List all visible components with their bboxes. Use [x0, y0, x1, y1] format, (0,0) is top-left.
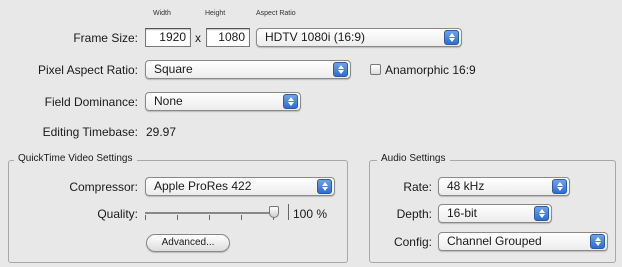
- depth-label: Depth:: [396, 207, 432, 221]
- popup-arrows-icon: [552, 179, 567, 194]
- slider-tick: [209, 215, 210, 220]
- depth-popup[interactable]: 16-bit: [438, 204, 552, 223]
- advanced-button[interactable]: Advanced...: [146, 234, 230, 252]
- editing-timebase-label: Editing Timebase:: [42, 125, 138, 139]
- pixel-aspect-value: Square: [154, 62, 193, 76]
- compressor-popup[interactable]: Apple ProRes 422: [145, 177, 335, 196]
- slider-tick: [241, 215, 242, 220]
- pixel-aspect-popup[interactable]: Square: [145, 60, 351, 79]
- quality-value: 100 %: [293, 207, 328, 221]
- pixel-aspect-label: Pixel Aspect Ratio:: [37, 63, 138, 77]
- audio-settings-title: Audio Settings: [377, 153, 450, 164]
- slider-tick: [177, 215, 178, 220]
- aspect-caption: Aspect Ratio: [256, 10, 296, 17]
- config-popup[interactable]: Channel Grouped: [438, 232, 608, 251]
- popup-arrows-icon: [333, 62, 348, 77]
- slider-track: [145, 212, 275, 214]
- popup-arrows-icon: [283, 94, 298, 109]
- quicktime-video-title: QuickTime Video Settings: [14, 153, 137, 164]
- slider-knob[interactable]: [269, 206, 279, 218]
- popup-arrows-icon: [317, 179, 332, 194]
- rate-value: 48 kHz: [447, 179, 485, 193]
- divider: [288, 204, 289, 220]
- width-caption: Width: [153, 10, 171, 17]
- frame-width-field[interactable]: 1920: [145, 28, 191, 47]
- rate-label: Rate:: [403, 180, 432, 194]
- compressor-label: Compressor:: [69, 180, 138, 194]
- popup-arrows-icon: [444, 30, 459, 45]
- editing-timebase-value: 29.97: [146, 125, 177, 139]
- slider-tick: [145, 215, 146, 220]
- anamorphic-label: Anamorphic 16:9: [385, 63, 476, 77]
- depth-value: 16-bit: [447, 206, 478, 220]
- frame-size-label: Frame Size:: [73, 31, 138, 45]
- field-dominance-value: None: [154, 94, 183, 108]
- field-dominance-popup[interactable]: None: [145, 92, 301, 111]
- times-sign: x: [195, 31, 201, 45]
- config-label: Config:: [393, 235, 432, 249]
- anamorphic-checkbox[interactable]: [370, 64, 381, 75]
- popup-arrows-icon: [534, 206, 549, 221]
- compressor-value: Apple ProRes 422: [154, 179, 252, 193]
- aspect-ratio-popup[interactable]: HDTV 1080i (16:9): [256, 28, 462, 47]
- height-caption: Height: [205, 10, 226, 17]
- aspect-ratio-value: HDTV 1080i (16:9): [265, 30, 366, 44]
- frame-height-field[interactable]: 1080: [206, 28, 250, 47]
- config-value: Channel Grouped: [447, 234, 542, 248]
- quality-slider[interactable]: [145, 203, 285, 223]
- rate-popup[interactable]: 48 kHz: [438, 177, 570, 196]
- quality-label: Quality:: [97, 207, 138, 221]
- field-dominance-label: Field Dominance:: [44, 95, 138, 109]
- popup-arrows-icon: [590, 234, 605, 249]
